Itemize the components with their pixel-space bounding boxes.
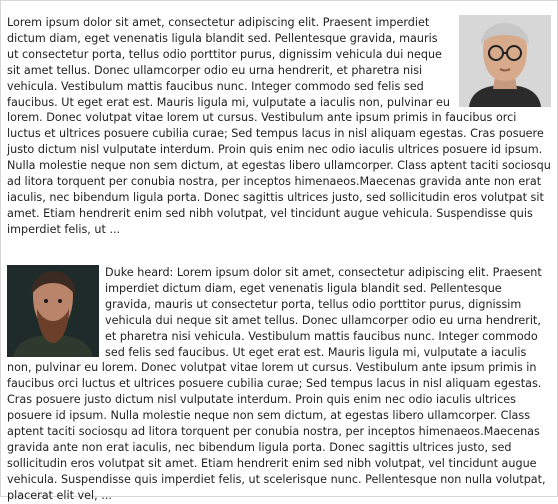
- post-2: Duke heard: Lorem ipsum dolor sit amet, …: [7, 265, 551, 504]
- avatar: [459, 15, 551, 107]
- post-1: Lorem ipsum dolor sit amet, consectetur …: [7, 15, 551, 238]
- feed-page: Lorem ipsum dolor sit amet, consectetur …: [0, 0, 558, 502]
- avatar: [7, 265, 99, 357]
